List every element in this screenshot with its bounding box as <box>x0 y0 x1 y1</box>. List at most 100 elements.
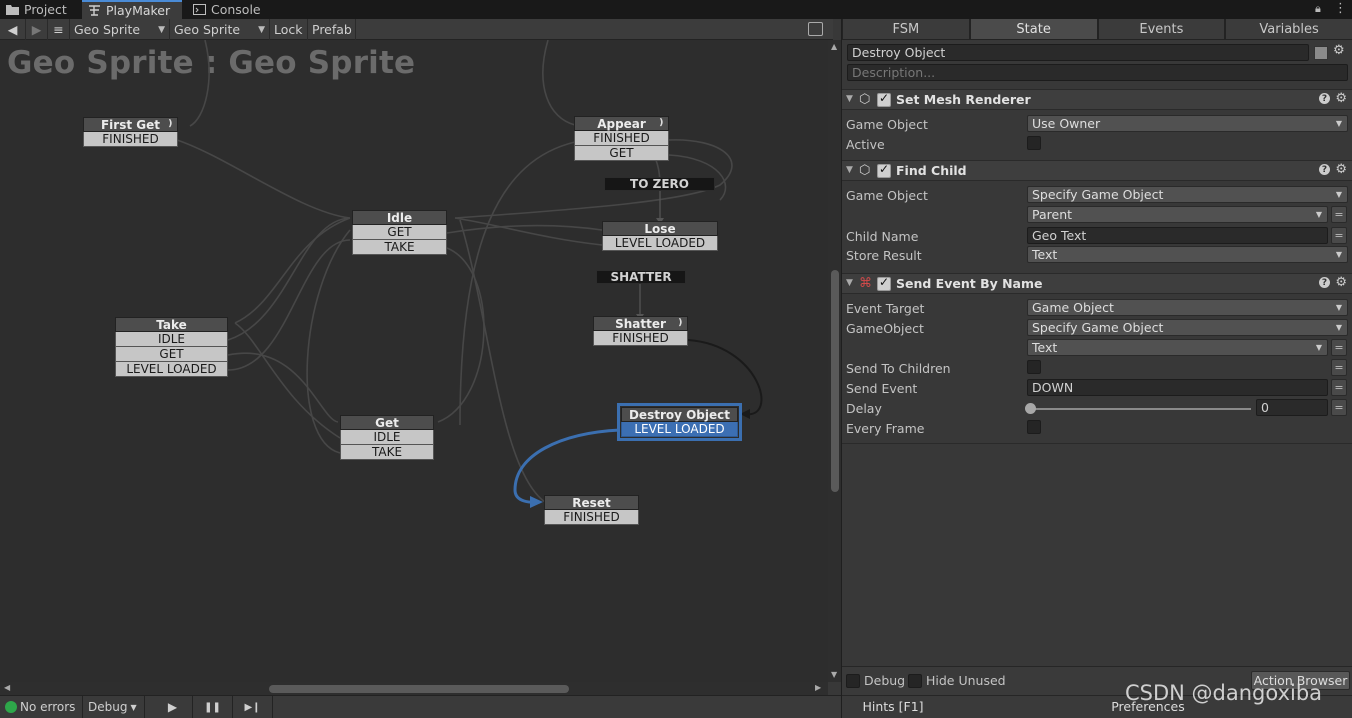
step-button[interactable]: ▶❙ <box>233 696 273 718</box>
variable-toggle-button[interactable]: = <box>1331 399 1347 416</box>
action-header-find-child[interactable]: ▼ ⬡ Find Child ? ⚙︎ <box>842 160 1352 181</box>
prefab-button[interactable]: Prefab <box>308 19 356 40</box>
every-frame-checkbox[interactable] <box>1027 420 1041 434</box>
hints-button[interactable]: Hints [F1] <box>842 697 944 716</box>
state-title[interactable]: Take <box>115 317 228 332</box>
global-event-shatter[interactable]: SHATTER <box>596 270 686 284</box>
lock-button[interactable]: Lock <box>270 19 308 40</box>
scroll-up-icon[interactable]: ▲ <box>831 42 837 51</box>
fsm-selector[interactable]: Geo Sprite ▼ <box>170 19 270 40</box>
gear-icon[interactable]: ⚙︎ <box>1333 43 1345 58</box>
help-icon[interactable]: ? <box>1319 277 1330 288</box>
variable-toggle-button[interactable]: = <box>1331 379 1347 396</box>
delay-slider-track[interactable] <box>1029 408 1251 410</box>
scroll-right-icon[interactable]: ▶ <box>815 683 821 692</box>
help-icon[interactable]: ? <box>1319 93 1330 104</box>
state-title[interactable]: Idle <box>352 210 447 225</box>
state-event[interactable]: GET <box>574 146 669 161</box>
state-reset[interactable]: Reset FINISHED <box>544 495 639 525</box>
variable-toggle-button[interactable]: = <box>1331 359 1347 376</box>
action-enabled-checkbox[interactable] <box>877 275 891 291</box>
debug-checkbox[interactable] <box>846 674 860 688</box>
play-button[interactable]: ▶ <box>153 696 193 718</box>
global-event-to-zero[interactable]: TO ZERO <box>604 177 715 191</box>
state-event[interactable]: GET <box>115 347 228 362</box>
fsm-menu-button[interactable]: ≡ <box>48 19 70 40</box>
back-button[interactable]: ◀ <box>0 19 26 40</box>
state-event[interactable]: GET <box>352 225 447 240</box>
tab-variables[interactable]: Variables <box>1225 19 1352 40</box>
fold-triangle-icon[interactable]: ▼ <box>846 165 853 175</box>
tab-playmaker[interactable]: PlayMaker <box>82 0 182 19</box>
state-event[interactable]: TAKE <box>340 445 434 460</box>
window-menu-icon[interactable]: ⋮ <box>1334 1 1347 16</box>
vertical-scroll-thumb[interactable] <box>831 270 839 492</box>
state-title[interactable]: Shatter ❫ <box>593 316 688 331</box>
game-object-select[interactable]: Specify Game Object ▼ <box>1027 186 1348 203</box>
fold-triangle-icon[interactable]: ▼ <box>846 278 853 288</box>
state-event[interactable]: IDLE <box>340 430 434 445</box>
state-destroy-object[interactable]: Destroy Object LEVEL LOADED <box>617 403 742 441</box>
state-get[interactable]: Get IDLE TAKE <box>340 415 434 460</box>
state-title[interactable]: Lose <box>602 221 718 236</box>
state-event[interactable]: FINISHED <box>593 331 688 346</box>
event-target-select[interactable]: Game Object ▼ <box>1027 299 1348 316</box>
gear-icon[interactable]: ⚙︎ <box>1335 91 1347 106</box>
gear-icon[interactable]: ⚙︎ <box>1335 162 1347 177</box>
state-event[interactable]: LEVEL LOADED <box>115 362 228 377</box>
fsm-graph-canvas[interactable]: Geo Sprite : Geo Sprite TO ZERO SHATTER … <box>0 40 828 682</box>
state-idle[interactable]: Idle GET TAKE <box>352 210 447 255</box>
state-title[interactable]: Destroy Object <box>621 407 738 422</box>
state-event[interactable]: FINISHED <box>544 510 639 525</box>
tab-events[interactable]: Events <box>1097 19 1226 40</box>
send-event-input[interactable]: DOWN <box>1027 379 1328 396</box>
pause-button[interactable]: ❚❚ <box>193 696 233 718</box>
action-enabled-checkbox[interactable] <box>877 162 891 178</box>
state-appear[interactable]: Appear ❫ FINISHED GET <box>574 116 669 161</box>
state-lose[interactable]: Lose LEVEL LOADED <box>602 221 718 251</box>
debug-dropdown[interactable]: Debug ▼ <box>83 696 145 718</box>
help-icon[interactable]: ? <box>1319 164 1330 175</box>
game-object-select[interactable]: Use Owner ▼ <box>1027 115 1348 132</box>
variable-toggle-button[interactable]: = <box>1331 339 1347 356</box>
state-event[interactable]: TAKE <box>352 240 447 255</box>
action-enabled-checkbox[interactable] <box>877 91 891 107</box>
delay-input[interactable]: 0 <box>1256 399 1328 416</box>
gear-icon[interactable]: ⚙︎ <box>1335 275 1347 290</box>
forward-button[interactable]: ▶ <box>26 19 48 40</box>
tab-project[interactable]: Project <box>0 0 76 19</box>
state-name-input[interactable]: Destroy Object <box>847 44 1309 61</box>
graph-view-icon[interactable] <box>808 22 823 36</box>
state-color-swatch[interactable] <box>1314 46 1328 60</box>
gameobject-select[interactable]: Specify Game Object ▼ <box>1027 319 1348 336</box>
hide-unused-checkbox[interactable] <box>908 674 922 688</box>
object-selector[interactable]: Geo Sprite ▼ <box>70 19 170 40</box>
error-status[interactable]: No errors <box>0 696 83 718</box>
variable-toggle-button[interactable]: = <box>1331 206 1347 223</box>
scroll-left-icon[interactable]: ◀ <box>4 683 10 692</box>
state-event[interactable]: LEVEL LOADED <box>621 422 738 437</box>
state-title[interactable]: Get <box>340 415 434 430</box>
state-first-get[interactable]: First Get ❫ FINISHED <box>83 117 178 147</box>
tab-fsm[interactable]: FSM <box>842 19 970 40</box>
scroll-down-icon[interactable]: ▼ <box>831 670 837 679</box>
lock-window-icon[interactable]: 🔒︎ <box>1315 2 1321 16</box>
send-to-children-checkbox[interactable] <box>1027 360 1041 374</box>
state-take[interactable]: Take IDLE GET LEVEL LOADED <box>115 317 228 377</box>
state-event[interactable]: LEVEL LOADED <box>602 236 718 251</box>
child-name-input[interactable]: Geo Text <box>1027 227 1328 244</box>
state-event[interactable]: IDLE <box>115 332 228 347</box>
tab-state[interactable]: State <box>969 19 1098 40</box>
state-title[interactable]: Reset <box>544 495 639 510</box>
state-event[interactable]: FINISHED <box>574 131 669 146</box>
fold-triangle-icon[interactable]: ▼ <box>846 94 853 104</box>
store-result-select[interactable]: Text ▼ <box>1027 246 1348 263</box>
delay-slider-knob[interactable] <box>1025 403 1036 414</box>
state-shatter[interactable]: Shatter ❫ FINISHED <box>593 316 688 346</box>
state-title[interactable]: Appear ❫ <box>574 116 669 131</box>
active-checkbox[interactable] <box>1027 136 1041 150</box>
description-input[interactable]: Description... <box>847 64 1348 81</box>
state-title[interactable]: First Get ❫ <box>83 117 178 132</box>
gameobject-variable-select[interactable]: Text ▼ <box>1027 339 1328 356</box>
action-header-set-mesh-renderer[interactable]: ▼ ⬡ Set Mesh Renderer ? ⚙︎ <box>842 89 1352 110</box>
